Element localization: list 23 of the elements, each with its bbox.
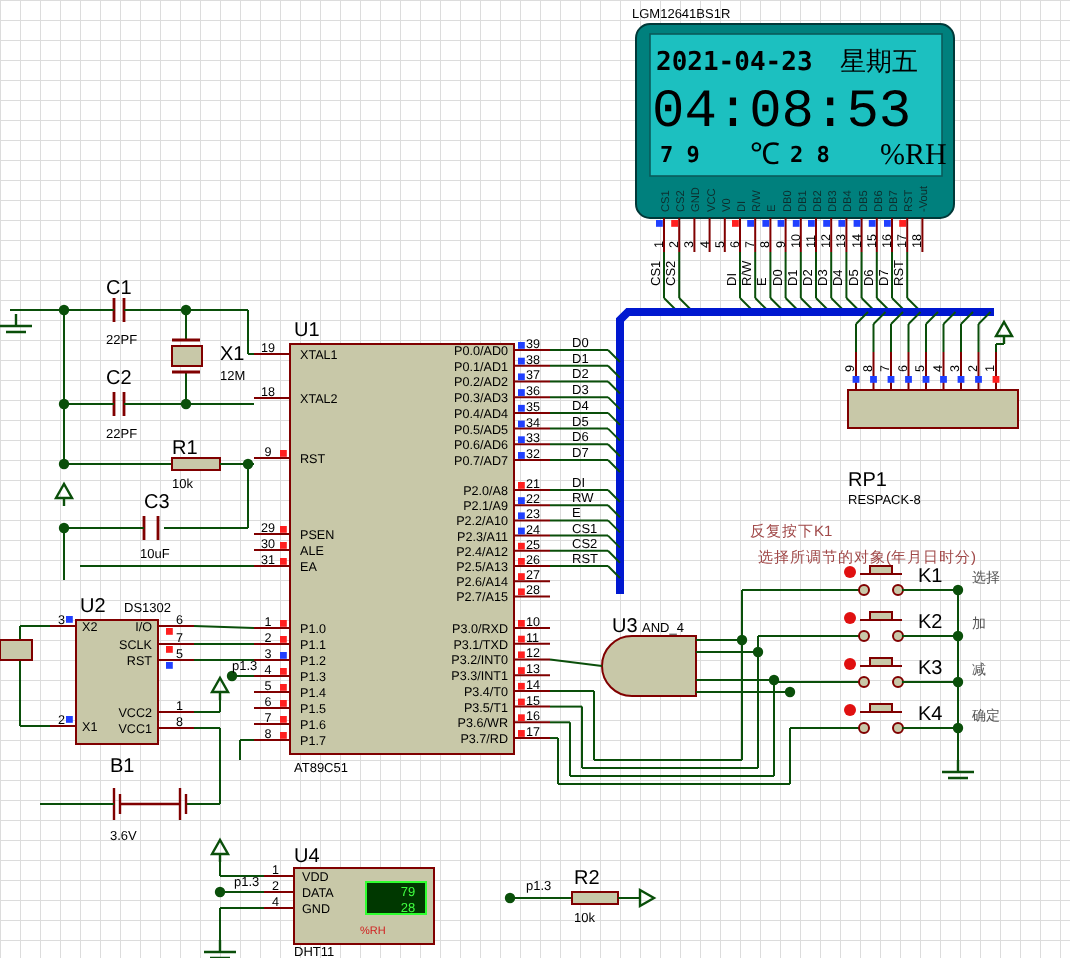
- lcd-date-text: 2021-04-23: [656, 48, 813, 78]
- lcd-temperature-value: 2 8: [790, 142, 830, 168]
- part-reference: X1: [220, 344, 245, 366]
- lcd-humidity-unit: %RH: [880, 140, 947, 172]
- part-reference: B1: [110, 756, 135, 778]
- part-reference: R2: [574, 868, 600, 890]
- lcd-temperature-unit: ℃: [750, 140, 780, 172]
- part-reference: RP1: [848, 470, 887, 492]
- part-reference: K2: [918, 612, 943, 634]
- part-reference: K1: [918, 566, 943, 588]
- part-reference: R1: [172, 438, 198, 460]
- part-reference: U4: [294, 846, 320, 868]
- part-reference: K3: [918, 658, 943, 680]
- lcd-time-text: 04:08:53: [652, 84, 912, 144]
- part-reference: C1: [106, 278, 132, 300]
- part-reference: U2: [80, 596, 106, 618]
- part-reference: U3: [612, 616, 638, 638]
- part-reference: U1: [294, 320, 320, 342]
- part-reference: K4: [918, 704, 943, 726]
- lcd-weekday-text: 星期五: [840, 48, 918, 78]
- part-reference: C2: [106, 368, 132, 390]
- lcd-humidity-value: 7 9: [660, 142, 700, 168]
- part-reference: C3: [144, 492, 170, 514]
